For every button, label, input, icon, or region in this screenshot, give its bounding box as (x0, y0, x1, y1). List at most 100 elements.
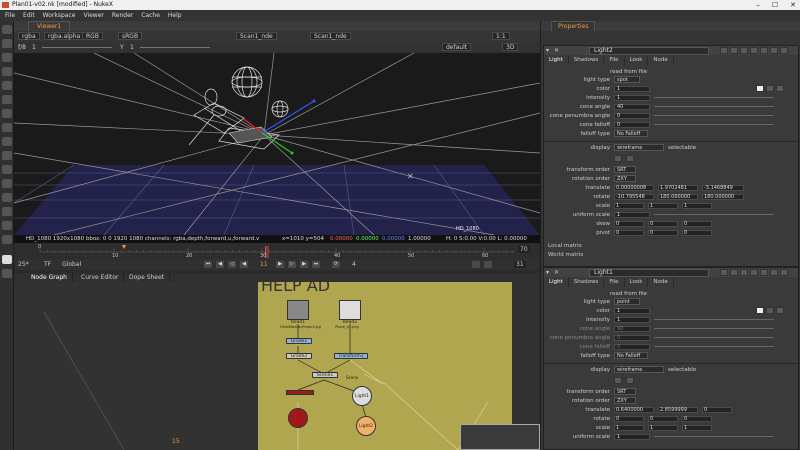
axis-handle-icon[interactable] (626, 377, 634, 384)
uniform-scale-slider[interactable] (654, 214, 774, 215)
light1-name-field[interactable]: Light1 (589, 269, 709, 277)
falloff-type-dropdown[interactable]: No Falloff (614, 130, 648, 137)
display-dropdown[interactable]: default (442, 43, 472, 51)
menu-help[interactable]: Help (168, 10, 182, 21)
translate-y[interactable]: 1.9702481 (658, 185, 698, 191)
menu-edit[interactable]: Edit (23, 10, 35, 21)
redo-icon[interactable] (740, 47, 748, 54)
pivot-x[interactable]: 0 (614, 230, 644, 236)
uniform-scale-slider[interactable] (654, 436, 774, 437)
world-matrix-row[interactable]: World matrix (544, 251, 798, 259)
undo-icon[interactable] (730, 269, 738, 276)
gamma-value[interactable]: 1 (130, 42, 134, 53)
view-mode-dropdown[interactable]: 3D (502, 43, 519, 51)
center-node-icon[interactable] (720, 47, 728, 54)
rotate-x[interactable]: -10.795548 (614, 194, 654, 200)
read-from-file-checkbox[interactable]: read from file (610, 290, 647, 298)
menu-viewer[interactable]: Viewer (83, 10, 103, 21)
settings-icon[interactable] (2, 269, 12, 278)
scan-node-dropdown[interactable]: Scan1_nde (310, 32, 351, 40)
color-picker-icon[interactable] (766, 307, 774, 314)
light2-name-field[interactable]: Light2 (589, 47, 709, 55)
translate-x[interactable]: 0.00000008 (614, 185, 654, 191)
cone-penumbra-slider[interactable] (654, 115, 774, 116)
selectable-checkbox[interactable]: selectable (668, 144, 696, 152)
range-dropdown[interactable]: Global (62, 261, 81, 268)
color-swatch[interactable] (756, 85, 764, 92)
transform-order-dropdown[interactable]: SRT (614, 166, 636, 173)
light2-node[interactable]: Light2 (356, 416, 376, 436)
script-icon[interactable] (2, 255, 12, 264)
draw-tool-icon[interactable] (2, 39, 12, 48)
cone-angle-slider[interactable] (654, 106, 774, 107)
tab-file[interactable]: File (604, 56, 625, 65)
fps-field[interactable]: 25* (18, 261, 29, 268)
layer-dropdown[interactable]: rgba.alpha (44, 32, 85, 40)
tab-curve-editor[interactable]: Curve Editor (76, 273, 125, 282)
rotation-order-dropdown[interactable]: ZXY (614, 175, 636, 182)
step-back-button[interactable]: ◁ (228, 261, 236, 268)
filter-tool-icon[interactable] (2, 95, 12, 104)
color-swatch[interactable] (756, 307, 764, 314)
gain-slider[interactable] (42, 47, 112, 48)
menu-workspace[interactable]: Workspace (43, 10, 76, 21)
next-keyframe-button[interactable]: ▶ (300, 261, 308, 268)
translate-y[interactable]: 2.8599999 (658, 407, 698, 413)
transform-tool-icon[interactable] (2, 137, 12, 146)
rotation-order-dropdown[interactable]: ZXY (614, 397, 636, 404)
image-tool-icon[interactable] (2, 25, 12, 34)
grade1-node[interactable]: Grade1 (286, 338, 312, 344)
falloff-type-dropdown[interactable]: No Falloff (614, 352, 648, 359)
axis-handle-icon[interactable] (626, 155, 634, 162)
tab-properties[interactable]: Properties (551, 21, 596, 31)
scale-z[interactable]: 1 (682, 203, 712, 209)
red-bar-node[interactable] (286, 390, 314, 395)
color-field[interactable]: 1 (614, 86, 650, 92)
revert-icon[interactable] (750, 269, 758, 276)
rotate-z[interactable]: 0 (682, 416, 712, 422)
uniform-scale-field[interactable]: 1 (614, 434, 650, 440)
tab-shadows[interactable]: Shadows (569, 278, 605, 287)
gamma-slider[interactable] (140, 47, 210, 48)
flipbook-button[interactable] (484, 261, 492, 268)
cone-falloff-field[interactable]: 0 (614, 122, 650, 128)
zoom-dropdown[interactable]: 1:1 (492, 32, 510, 40)
intensity-slider[interactable] (654, 97, 774, 98)
scale-x[interactable]: 1 (614, 203, 644, 209)
color-tool-icon[interactable] (2, 81, 12, 90)
intensity-field[interactable]: 1 (614, 95, 650, 101)
step-field[interactable]: 4 (352, 261, 356, 268)
tab-file[interactable]: File (604, 278, 625, 287)
colorspace-dropdown[interactable]: RGB (82, 32, 103, 40)
loop-button[interactable]: ⟳ (332, 261, 340, 268)
scale-x[interactable]: 1 (614, 425, 644, 431)
step-forward-button[interactable]: ▷ (288, 261, 296, 268)
time-tool-icon[interactable] (2, 53, 12, 62)
menu-render[interactable]: Render (112, 10, 133, 21)
light-type-dropdown[interactable]: spot (614, 76, 640, 83)
node-graph-navigator[interactable] (460, 424, 540, 450)
cone-penumbra-field[interactable]: 0 (614, 113, 650, 119)
transform-handle-icon[interactable] (614, 155, 622, 162)
help-icon[interactable] (760, 47, 768, 54)
collapse-icon[interactable]: ▾ (546, 46, 549, 55)
color-field[interactable]: 1 (614, 308, 650, 314)
collapse-icon[interactable]: ▾ (546, 268, 549, 277)
tab-viewer1[interactable]: Viewer1 (28, 21, 71, 31)
translate-z[interactable]: 0 (702, 407, 732, 413)
cone-falloff-slider[interactable] (654, 124, 774, 125)
end-frame-input[interactable]: 31 (514, 261, 526, 268)
gain-value[interactable]: 1 (32, 42, 36, 53)
close-panel-icon[interactable]: ✕ (554, 268, 559, 277)
menu-cache[interactable]: Cache (141, 10, 160, 21)
maximize-button[interactable]: ☐ (772, 0, 778, 10)
tab-dope-sheet[interactable]: Dope Sheet (124, 273, 171, 282)
prev-keyframe-button[interactable]: ◀ (216, 261, 224, 268)
rotate-z[interactable]: 180.000000 (702, 194, 744, 200)
tab-look[interactable]: Look (625, 56, 649, 65)
tab-shadows[interactable]: Shadows (569, 56, 605, 65)
tab-look[interactable]: Look (625, 278, 649, 287)
cache-button[interactable] (472, 261, 480, 268)
world-matrix-toggle[interactable]: World matrix (548, 251, 583, 259)
tab-node[interactable]: Node (648, 56, 674, 65)
